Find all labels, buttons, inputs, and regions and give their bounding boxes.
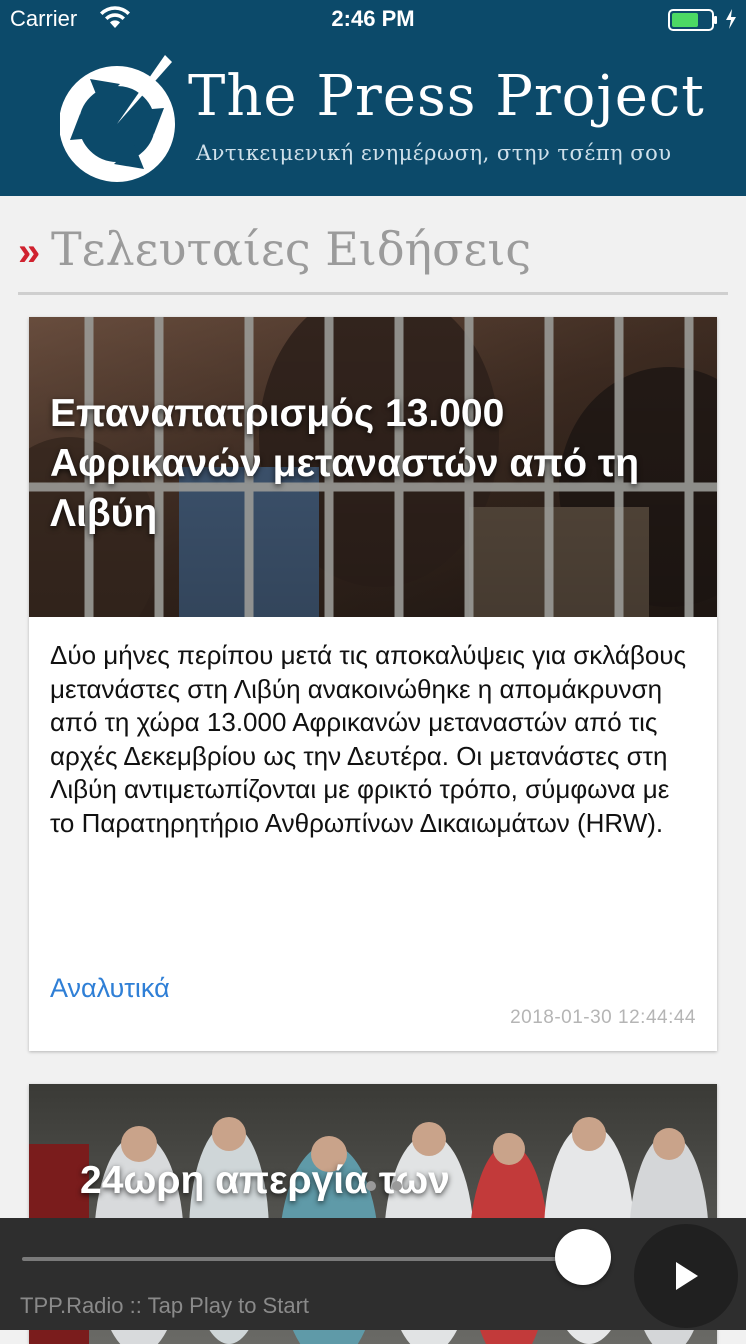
page-indicator-dot bbox=[366, 1181, 376, 1191]
play-button[interactable] bbox=[634, 1224, 738, 1328]
status-bar: Carrier 2:46 PM bbox=[0, 0, 746, 40]
play-icon bbox=[676, 1262, 698, 1290]
app-tagline: Αντικειμενική ενημέρωση, στην τσέπη σου bbox=[196, 141, 672, 165]
section-marker-icon: » bbox=[18, 230, 41, 274]
article-summary: Δύο μήνες περίπου μετά τις αποκαλύψεις γ… bbox=[50, 640, 687, 838]
app-header: Carrier 2:46 PM The Press Project Αντικε… bbox=[0, 0, 746, 196]
status-time: 2:46 PM bbox=[331, 6, 415, 31]
read-more-link[interactable]: Αναλυτικά bbox=[50, 973, 170, 1004]
section-title: Τελευταίες Ειδήσεις bbox=[51, 222, 532, 276]
page-indicator-dot bbox=[392, 1181, 402, 1191]
article-card[interactable]: Επαναπατρισμός 13.000 Αφρικανών μεταναστ… bbox=[29, 317, 717, 1051]
player-progress-track[interactable] bbox=[22, 1257, 582, 1261]
player-progress-thumb[interactable] bbox=[555, 1229, 611, 1285]
article-headline[interactable]: 24ωρη απεργία των bbox=[80, 1156, 700, 1206]
section-divider bbox=[18, 292, 728, 295]
radio-player: TPP.Radio :: Tap Play to Start bbox=[0, 1218, 746, 1330]
charging-icon bbox=[726, 9, 736, 29]
battery-icon bbox=[668, 9, 717, 31]
press-project-logo-icon bbox=[60, 55, 175, 182]
player-status: TPP.Radio :: Tap Play to Start bbox=[20, 1293, 310, 1318]
section-heading: » Τελευταίες Ειδήσεις bbox=[18, 222, 728, 294]
article-image[interactable]: Επαναπατρισμός 13.000 Αφρικανών μεταναστ… bbox=[29, 317, 717, 617]
article-headline[interactable]: Επαναπατρισμός 13.000 Αφρικανών μεταναστ… bbox=[50, 389, 700, 539]
app-title: The Press Project bbox=[188, 64, 705, 129]
article-date: 2018-01-30 12:44:44 bbox=[510, 1007, 696, 1028]
